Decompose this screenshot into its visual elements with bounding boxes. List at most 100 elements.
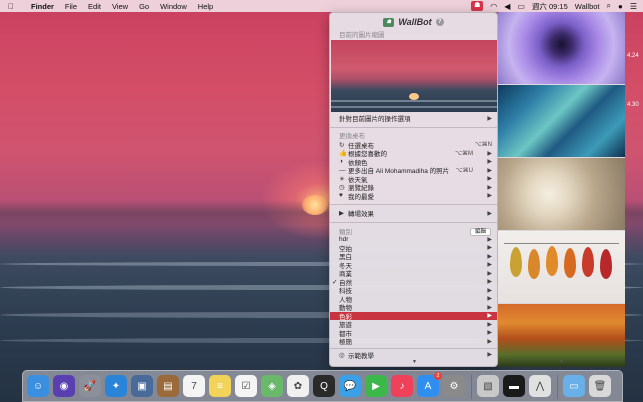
app-label[interactable]: Wallbot — [575, 2, 600, 11]
chevron-right-icon: ▶ — [487, 279, 492, 286]
facetime-icon[interactable]: ▶ — [365, 375, 387, 397]
help-icon[interactable]: ? — [435, 18, 444, 26]
side-number: 4.30 — [627, 102, 639, 108]
chevron-right-icon: ▶ — [487, 193, 492, 200]
apple-menu-icon[interactable]:  — [8, 2, 20, 11]
chevron-right-icon: ▶ — [487, 159, 492, 166]
divider — [330, 221, 497, 223]
tutorial-item[interactable]: ◎ 示範教學 ▶ — [330, 351, 497, 360]
current-actions-label: 針對目前圖片的操作選項 — [339, 116, 411, 124]
menu-bar:  Finder File Edit View Go Window Help ☗… — [0, 0, 643, 12]
scroll-down-icon[interactable]: ▼ — [330, 359, 497, 365]
current-wallpaper-preview[interactable] — [331, 40, 497, 112]
transition-effects-item[interactable]: ▶ 轉場效果 ▶ — [330, 209, 497, 218]
category-item[interactable]: 人物 ▶ — [330, 295, 497, 304]
category-item[interactable]: hdr ▶ — [330, 235, 497, 244]
category-item[interactable]: 都市 ▶ — [330, 329, 497, 338]
change-item[interactable]: ♥ 我的最愛 ▶ — [330, 192, 497, 201]
maps-icon[interactable]: ◈ — [261, 375, 283, 397]
preview-wave — [331, 100, 497, 102]
sun — [302, 195, 328, 215]
leaf — [546, 246, 558, 276]
clock[interactable]: 週六 09:15 — [532, 1, 568, 12]
wifi-icon[interactable]: ◠ — [490, 2, 497, 11]
current-actions-item[interactable]: 針對目前圖片的操作選項 ▶ — [330, 114, 497, 124]
category-item[interactable]: 冬天 ▶ — [330, 261, 497, 270]
menu-edit[interactable]: Edit — [88, 2, 101, 11]
current-thumbnail-label: 目前的圖片縮圖 — [339, 32, 385, 39]
category-item[interactable]: 商業 ▶ — [330, 269, 497, 279]
volume-icon[interactable]: ◀ — [504, 2, 510, 11]
menu-go[interactable]: Go — [139, 2, 149, 11]
trash-icon[interactable]: 🗑 — [589, 375, 611, 397]
refresh-icon: ↻ — [339, 141, 345, 149]
wallbot-logo-icon: ☗ — [383, 17, 395, 27]
category-item[interactable]: 色彩 ▶ — [330, 311, 497, 321]
user-icon[interactable]: ● — [618, 2, 623, 11]
photo-frame-icon[interactable]: ▧ — [477, 375, 499, 397]
category-item[interactable]: 空拍 ▶ — [330, 244, 497, 253]
settings-icon[interactable]: ⚙ — [443, 375, 465, 397]
photos-icon[interactable]: ✿ — [287, 375, 309, 397]
history-icon: ◷ — [339, 184, 345, 192]
safari-icon[interactable]: ✦ — [105, 375, 127, 397]
category-item[interactable]: 極簡 ▶ — [330, 337, 497, 347]
notes-book-icon[interactable]: ▤ — [157, 375, 179, 397]
dock-separator — [471, 375, 472, 399]
badge-count: 2 — [434, 372, 442, 380]
wallbot-menu: ☗ WallBot ? 目前的圖片縮圖 針對目前圖片的操作選項 ▶ 更換桌布 ↻… — [329, 12, 498, 367]
menu-file[interactable]: File — [65, 2, 77, 11]
heart-icon: ♥ — [339, 192, 343, 200]
finder-icon[interactable]: ☺ — [27, 375, 49, 397]
category-label: hdr — [339, 235, 349, 243]
chevron-right-icon: ▶ — [487, 176, 492, 183]
thumbnail-white-roses[interactable] — [498, 158, 625, 230]
menu-help[interactable]: Help — [198, 2, 213, 11]
chevron-right-icon: ▶ — [487, 150, 492, 157]
chevron-right-icon: ▶ — [487, 313, 492, 320]
category-item[interactable]: 旅遊 ▶ — [330, 320, 497, 330]
notes-icon[interactable]: ≡ — [209, 375, 231, 397]
menu-view[interactable]: View — [112, 2, 128, 11]
info-icon: ◎ — [339, 351, 345, 359]
siri-icon[interactable]: ◉ — [53, 375, 75, 397]
side-number: 4.24 — [627, 53, 639, 59]
category-item[interactable]: 黑白 ▶ — [330, 252, 497, 262]
wallbot-menubar-icon[interactable]: ☗ — [471, 1, 484, 11]
music-icon[interactable]: ♪ — [391, 375, 413, 397]
messages-icon[interactable]: 💬 — [339, 375, 361, 397]
menu-app-name[interactable]: Finder — [31, 2, 54, 11]
category-item[interactable]: 動物 ▶ — [330, 303, 497, 313]
chevron-right-icon: ▶ — [487, 287, 492, 294]
quicktime-icon[interactable]: Q — [313, 375, 335, 397]
menu-window[interactable]: Window — [160, 2, 187, 11]
category-header: 類別 編輯 — [330, 227, 497, 236]
reminders-icon[interactable]: ☑ — [235, 375, 257, 397]
category-item[interactable]: ✓ 自然 ▶ — [330, 278, 497, 287]
strip-scroll-down-icon[interactable]: ▼ — [498, 359, 625, 365]
battery-icon[interactable]: ▭ — [517, 2, 525, 11]
chevron-right-icon: ▶ — [487, 338, 492, 345]
preview-icon[interactable]: ▣ — [131, 375, 153, 397]
notification-center-icon[interactable]: ☰ — [630, 2, 637, 11]
thumbnail-autumn-trees[interactable] — [498, 304, 625, 367]
wallbot-dock-icon[interactable]: ⋀ — [529, 375, 551, 397]
play-icon: ▶ — [339, 210, 344, 218]
monitor-icon[interactable]: ▬ — [503, 375, 525, 397]
calendar-icon[interactable]: 7 — [183, 375, 205, 397]
thumbnail-ocean-aerial[interactable] — [498, 85, 625, 157]
string-line — [504, 243, 619, 244]
appstore-icon[interactable]: A2 — [417, 372, 442, 397]
chevron-right-icon: ▶ — [487, 115, 492, 122]
category-item[interactable]: 科技 ▶ — [330, 286, 497, 296]
change-item-label: 我的最愛 — [348, 193, 374, 201]
spotlight-icon[interactable]: ⌕ — [607, 1, 611, 11]
launchpad-icon[interactable]: 🚀 — [79, 375, 101, 397]
thumbnail-purple-flower[interactable] — [498, 12, 625, 84]
thumbnail-leaves[interactable] — [498, 231, 625, 303]
folder-icon[interactable]: ▭ — [563, 375, 585, 397]
leaf — [510, 247, 522, 277]
chevron-right-icon: ▶ — [487, 210, 492, 217]
change-list: ↻ 任選桌布 ⌥⌘N 👍 根據您喜歡的 ⌥⌘M ▶ ◑ 依顏色 ▶ — 更多出自 Ali Mohamm… — [330, 141, 497, 201]
dock-separator — [557, 375, 558, 399]
